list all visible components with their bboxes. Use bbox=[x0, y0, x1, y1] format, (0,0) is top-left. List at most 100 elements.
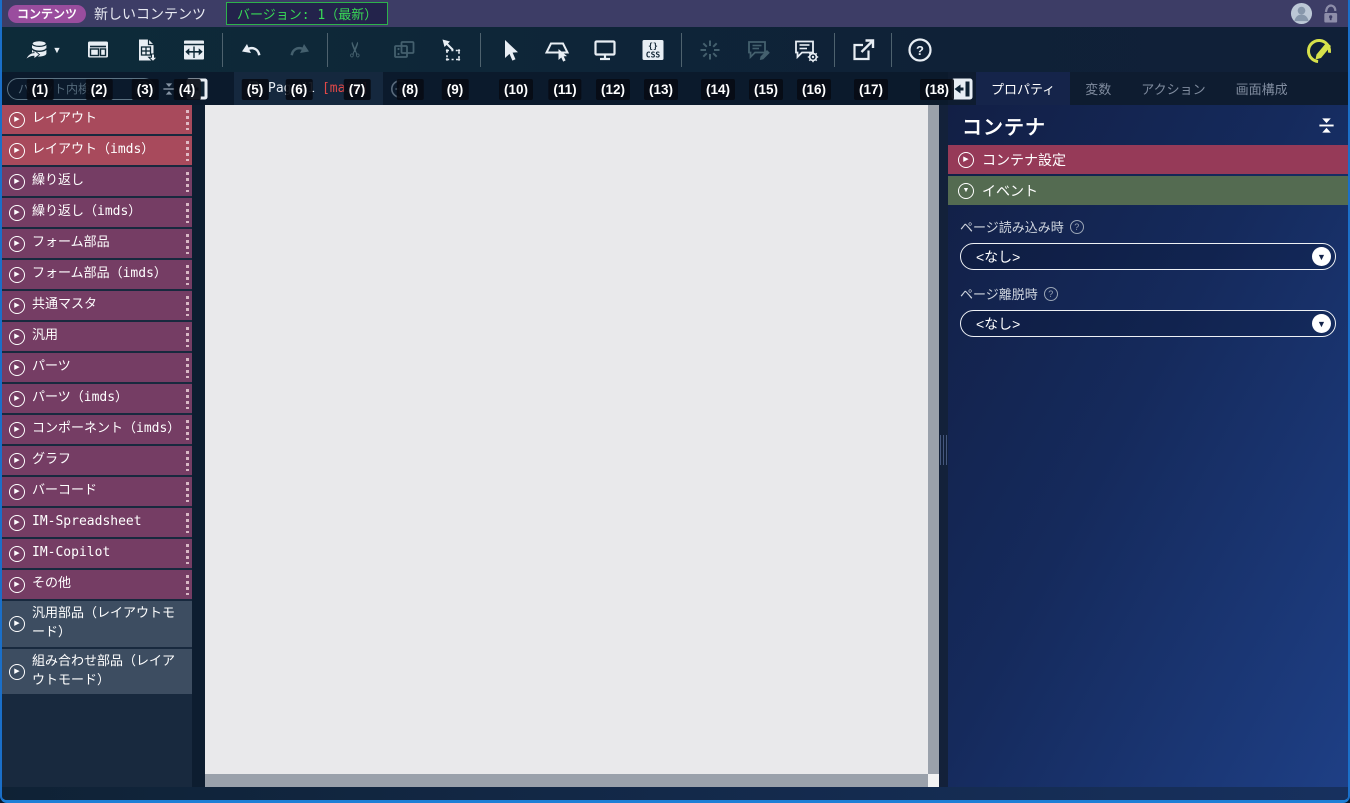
palette-category-im-copilot[interactable]: ▶ IM-Copilot bbox=[2, 539, 192, 568]
dropdown-arrow-icon: ▼ bbox=[1312, 314, 1331, 333]
section-events[interactable]: ▼ イベント bbox=[948, 176, 1348, 205]
drag-handle[interactable] bbox=[186, 233, 189, 254]
expand-arrow-icon: ▶ bbox=[9, 204, 25, 221]
page-tab-bar: Page#1[main] bbox=[234, 72, 948, 105]
save-dropdown-caret[interactable]: ▼ bbox=[53, 45, 62, 55]
page-load-select[interactable]: <なし> ▼ bbox=[960, 243, 1336, 270]
drag-handle[interactable] bbox=[186, 450, 189, 471]
ai-sparkle-button[interactable] bbox=[692, 32, 728, 68]
annotation-marker: (13) bbox=[643, 79, 679, 100]
drag-handle[interactable] bbox=[186, 543, 189, 564]
annotation-marker: (17) bbox=[853, 79, 889, 100]
page-leave-select[interactable]: <なし> ▼ bbox=[960, 310, 1336, 337]
palette-sidebar: ▶ レイアウト ▶ レイアウト（imds） ▶ 繰り返し ▶ 繰り返し（imds… bbox=[2, 105, 192, 787]
palette-category-parts-imds[interactable]: ▶ パーツ（imds） bbox=[2, 384, 192, 413]
palette-category-common-master[interactable]: ▶ 共通マスタ bbox=[2, 291, 192, 320]
open-external-button[interactable] bbox=[845, 32, 881, 68]
palette-category-components-imds[interactable]: ▶ コンポーネント（imds） bbox=[2, 415, 192, 444]
copy-button[interactable] bbox=[386, 32, 422, 68]
panel-resize-grip[interactable] bbox=[940, 435, 947, 465]
redo-button[interactable] bbox=[281, 32, 317, 68]
drag-handle[interactable] bbox=[186, 357, 189, 378]
drag-handle[interactable] bbox=[186, 140, 189, 161]
toolbar-separator bbox=[222, 32, 223, 67]
panel-resize-strip[interactable] bbox=[939, 105, 948, 787]
drag-handle[interactable] bbox=[186, 295, 189, 316]
edit-mode-pencil-icon[interactable] bbox=[1302, 32, 1338, 68]
drag-handle[interactable] bbox=[186, 109, 189, 130]
select-cursor-button[interactable] bbox=[491, 32, 527, 68]
tab-variables[interactable]: 変数 bbox=[1070, 72, 1126, 105]
toolbar-separator bbox=[891, 32, 892, 67]
drag-handle[interactable] bbox=[186, 171, 189, 192]
expand-arrow-icon: ▶ bbox=[9, 421, 25, 438]
palette-category-general[interactable]: ▶ 汎用 bbox=[2, 322, 192, 351]
drag-handle[interactable] bbox=[186, 388, 189, 409]
section-container-settings[interactable]: ▶ コンテナ設定 bbox=[948, 145, 1348, 174]
palette-category-repeat-imds[interactable]: ▶ 繰り返し（imds） bbox=[2, 198, 192, 227]
drag-handle[interactable] bbox=[186, 481, 189, 502]
toolbar-separator bbox=[681, 32, 682, 67]
drag-handle[interactable] bbox=[186, 574, 189, 595]
document-title: 新しいコンテンツ bbox=[94, 5, 207, 22]
annotation-marker: (10) bbox=[498, 79, 534, 100]
help-icon[interactable]: ? bbox=[1069, 219, 1084, 234]
annotation-marker: (6) bbox=[285, 79, 313, 100]
tab-screen-structure[interactable]: 画面構成 bbox=[1221, 72, 1303, 105]
palette-category-layout-imds[interactable]: ▶ レイアウト（imds） bbox=[2, 136, 192, 165]
palette-category-other[interactable]: ▶ その他 bbox=[2, 570, 192, 599]
toolbar-separator bbox=[834, 32, 835, 67]
user-avatar-icon[interactable] bbox=[1290, 2, 1313, 25]
palette-category-parts[interactable]: ▶ パーツ bbox=[2, 353, 192, 382]
drag-handle[interactable] bbox=[186, 512, 189, 533]
expand-arrow-icon: ▶ bbox=[958, 151, 974, 168]
tab-properties[interactable]: プロパティ bbox=[976, 72, 1071, 105]
collapse-arrow-icon: ▼ bbox=[958, 182, 974, 199]
annotation-marker: (4) bbox=[173, 79, 201, 100]
save-database-button[interactable]: ▼ bbox=[16, 32, 68, 68]
collapse-all-sections-icon[interactable] bbox=[1317, 116, 1336, 135]
palette-category-combined-layoutmode[interactable]: ▶ 組み合わせ部品（レイアウトモード） bbox=[2, 648, 192, 695]
comment-edit-button[interactable] bbox=[740, 32, 776, 68]
annotation-marker: (3) bbox=[131, 79, 159, 100]
expand-arrow-icon: ▶ bbox=[9, 545, 25, 562]
layout-preview-button[interactable] bbox=[80, 32, 116, 68]
export-document-button[interactable] bbox=[128, 32, 164, 68]
css-editor-button[interactable]: {} CSS bbox=[635, 32, 671, 68]
vertical-scrollbar[interactable] bbox=[928, 105, 939, 774]
drag-handle[interactable] bbox=[186, 326, 189, 347]
palette-category-graph[interactable]: ▶ グラフ bbox=[2, 446, 192, 475]
toolbar-separator bbox=[327, 32, 328, 67]
palette-category-general-layoutmode[interactable]: ▶ 汎用部品（レイアウトモード） bbox=[2, 601, 192, 647]
comment-settings-button[interactable] bbox=[788, 32, 824, 68]
expand-arrow-icon: ▶ bbox=[9, 328, 25, 345]
palette-category-repeat[interactable]: ▶ 繰り返し bbox=[2, 167, 192, 196]
horizontal-scrollbar[interactable] bbox=[205, 774, 928, 787]
drag-handle[interactable] bbox=[186, 202, 189, 223]
design-canvas[interactable] bbox=[205, 105, 928, 774]
undo-button[interactable] bbox=[233, 32, 269, 68]
drag-handle[interactable] bbox=[186, 264, 189, 285]
palette-category-form-parts-imds[interactable]: ▶ フォーム部品（imds） bbox=[2, 260, 192, 289]
paste-extract-button[interactable] bbox=[434, 32, 470, 68]
main-toolbar: ▼ ✂ {} CSS ? bbox=[2, 27, 1348, 72]
palette-category-im-spreadsheet[interactable]: ▶ IM-Spreadsheet bbox=[2, 508, 192, 537]
annotation-marker: (1) bbox=[26, 79, 54, 100]
drag-handle[interactable] bbox=[186, 419, 189, 440]
palette-category-layout[interactable]: ▶ レイアウト bbox=[2, 105, 192, 134]
unlock-icon[interactable] bbox=[1321, 3, 1340, 25]
palette-category-barcode[interactable]: ▶ バーコード bbox=[2, 477, 192, 506]
help-button[interactable]: ? bbox=[902, 32, 938, 68]
preview-select-button[interactable] bbox=[539, 32, 575, 68]
expand-arrow-icon: ▶ bbox=[9, 514, 25, 531]
cut-button[interactable]: ✂ bbox=[338, 32, 374, 68]
tab-actions[interactable]: アクション bbox=[1126, 72, 1220, 105]
expand-arrow-icon: ▶ bbox=[9, 173, 25, 190]
display-preview-button[interactable] bbox=[587, 32, 623, 68]
content-type-badge: コンテンツ bbox=[8, 4, 87, 23]
expand-arrow-icon: ▶ bbox=[9, 390, 25, 407]
help-icon[interactable]: ? bbox=[1043, 286, 1058, 301]
palette-category-form-parts[interactable]: ▶ フォーム部品 bbox=[2, 229, 192, 258]
dropdown-arrow-icon: ▼ bbox=[1312, 247, 1331, 266]
window-width-button[interactable] bbox=[176, 32, 212, 68]
